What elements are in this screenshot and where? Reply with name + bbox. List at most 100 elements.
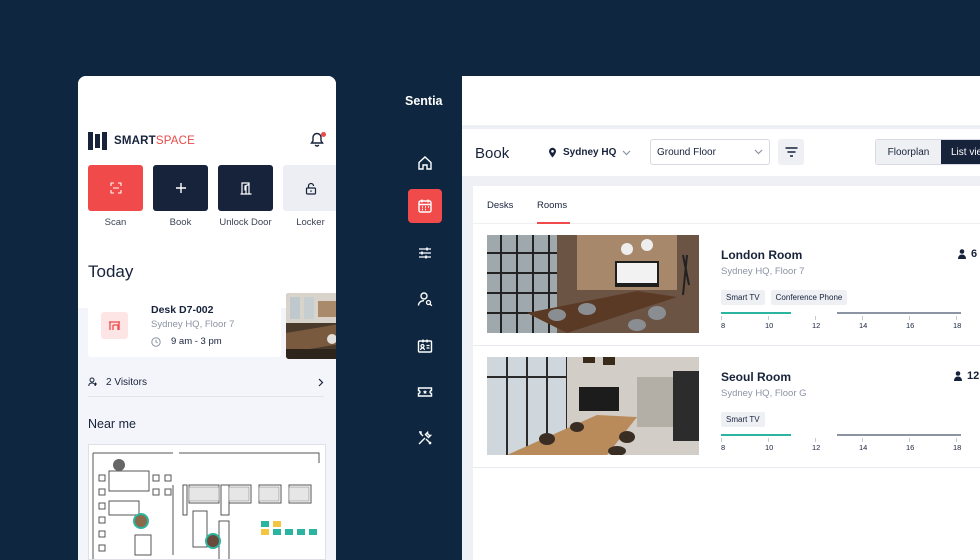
filter-icon: [785, 147, 797, 157]
contact-card-icon: [417, 339, 433, 353]
timeline-busy: [837, 434, 961, 436]
user-search-icon: [417, 292, 433, 307]
visitor-icon: [88, 377, 97, 387]
timeline-label: 10: [765, 321, 774, 330]
availability-timeline: 8 10 12 14 16 18: [721, 434, 961, 460]
smartspace-logo: SMARTSPACE: [88, 132, 195, 150]
notification-bell-icon[interactable]: [310, 132, 326, 150]
visitors-row[interactable]: 2 Visitors: [88, 372, 324, 392]
room-name: Seoul Room: [721, 370, 792, 384]
nav-preferences[interactable]: [408, 236, 442, 270]
timeline-label: 16: [906, 321, 915, 330]
booking-card[interactable]: Desk D7-002 Sydney HQ, Floor 7 9 am - 3 …: [88, 293, 281, 357]
room-list-panel: Desks Rooms London Room Sydney HQ, Floor…: [472, 186, 980, 560]
tab-desks[interactable]: Desks: [487, 200, 513, 211]
room-capacity: 6: [958, 248, 977, 260]
scan-action[interactable]: Scan: [88, 165, 143, 228]
availability-timeline: 8 10 12 14 16 18: [721, 312, 961, 338]
sidebar: Sentia: [400, 76, 462, 560]
room-tag: Smart TV: [721, 412, 765, 427]
brand-bold: SMART: [114, 135, 156, 147]
booking-toolbar: Book Sydney HQ Ground Floor Floorplan Li…: [462, 129, 980, 176]
location-pin-icon: [549, 147, 556, 158]
ticket-icon: [417, 387, 433, 397]
floor-select[interactable]: Ground Floor: [650, 139, 770, 165]
timeline-label: 8: [721, 321, 726, 330]
room-tags: Smart TV: [721, 412, 765, 427]
nav-home[interactable]: [408, 146, 442, 180]
timeline-label: 18: [953, 321, 962, 330]
home-icon: [418, 156, 432, 170]
plus-icon: [175, 183, 186, 193]
timeline-label: 14: [859, 443, 868, 452]
floor-map[interactable]: [88, 444, 326, 560]
room-location: Sydney HQ, Floor G: [721, 388, 807, 399]
timeline-label: 14: [859, 321, 868, 330]
web-app: Book Sydney HQ Ground Floor Floorplan Li…: [462, 76, 980, 560]
room-tag: Conference Phone: [770, 290, 848, 305]
today-heading: Today: [88, 262, 134, 281]
nav-directory[interactable]: [408, 329, 442, 363]
door-icon: [240, 181, 251, 195]
top-bar: [462, 76, 980, 126]
chevron-right-icon: [318, 378, 324, 386]
timeline-free: [721, 312, 791, 314]
page-title: Book: [475, 145, 510, 162]
tools-icon: [418, 430, 433, 445]
booking-title: Desk D7-002: [151, 304, 214, 316]
lock-icon: [305, 182, 316, 195]
book-action[interactable]: Book: [153, 165, 208, 228]
near-me-heading: Near me: [88, 417, 136, 431]
timeline-label: 12: [812, 321, 821, 330]
capacity-value: 6: [971, 248, 978, 260]
sliders-icon: [419, 247, 431, 259]
sentia-logo: Sentia: [405, 94, 443, 108]
booking-location: Sydney HQ, Floor 7: [151, 319, 235, 330]
brand-light: SPACE: [155, 135, 196, 147]
person-icon: [954, 371, 962, 381]
room-capacity: 12: [954, 370, 979, 382]
notification-dot: [321, 132, 326, 137]
booking-time: 9 am - 3 pm: [171, 336, 222, 347]
floor-value: Ground Floor: [657, 146, 716, 158]
mobile-app: SMARTSPACE Scan Book Unlock Door Locker …: [78, 76, 336, 560]
list-view-button[interactable]: List view: [941, 140, 980, 164]
nav-events[interactable]: [408, 375, 442, 409]
filter-button[interactable]: [778, 139, 804, 165]
timeline-label: 10: [765, 443, 774, 452]
room-tag: Smart TV: [721, 290, 765, 305]
chevron-down-icon: [622, 150, 631, 155]
desk-icon: [101, 312, 128, 339]
visitors-label: 2 Visitors: [106, 376, 147, 388]
room-tags: Smart TV Conference Phone: [721, 290, 848, 305]
chevron-down-icon: [754, 149, 763, 155]
room-name: London Room: [721, 248, 803, 262]
room-photo: [487, 357, 699, 455]
timeline-label: 8: [721, 443, 726, 452]
timeline-label: 18: [953, 443, 962, 452]
unlock-door-action[interactable]: Unlock Door: [218, 165, 273, 228]
nav-bookings[interactable]: [408, 189, 442, 223]
location-label: Sydney HQ: [563, 147, 617, 158]
capacity-value: 12: [967, 370, 980, 382]
calendar-icon: [418, 199, 432, 213]
person-icon: [958, 249, 966, 259]
room-location: Sydney HQ, Floor 7: [721, 266, 805, 277]
resource-tabs: Desks Rooms: [473, 186, 980, 224]
nav-visitors[interactable]: [408, 282, 442, 316]
room-card[interactable]: London Room Sydney HQ, Floor 7 Smart TV …: [473, 224, 980, 346]
room-card[interactable]: Seoul Room Sydney HQ, Floor G Smart TV 1…: [473, 346, 980, 468]
location-selector[interactable]: Sydney HQ: [548, 147, 631, 158]
floorplan-view-button[interactable]: Floorplan: [876, 140, 941, 164]
scan-icon: [109, 182, 122, 194]
room-photo: [487, 235, 699, 333]
nav-facilities[interactable]: [408, 421, 442, 455]
timeline-busy: [837, 312, 961, 314]
tab-rooms[interactable]: Rooms: [537, 200, 567, 211]
logo-mark: [88, 132, 108, 150]
locker-action[interactable]: Locker: [283, 165, 336, 228]
timeline-label: 12: [812, 443, 821, 452]
desk-photo: [286, 293, 336, 359]
timeline-free: [721, 434, 791, 436]
timeline-label: 16: [906, 443, 915, 452]
